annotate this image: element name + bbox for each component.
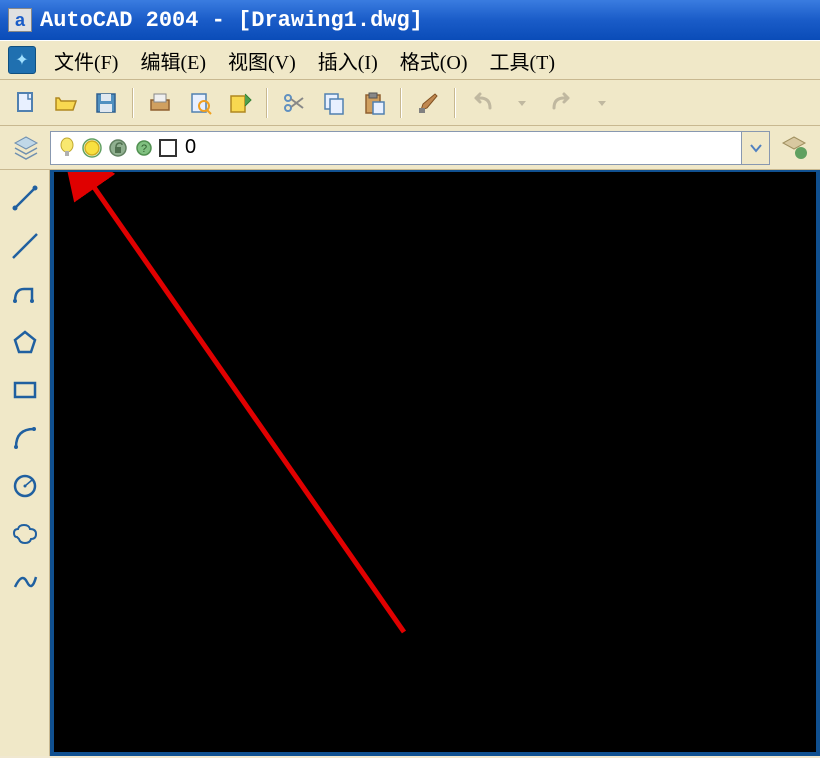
print-button[interactable] [142,85,178,121]
menu-file[interactable]: 文件(F) [44,42,128,79]
paste-button[interactable] [356,85,392,121]
layer-previous-button[interactable] [776,130,812,166]
publish-button[interactable] [222,85,258,121]
line-icon [10,183,40,213]
redo-button[interactable] [544,85,580,121]
menu-view[interactable]: 视图(V) [218,42,306,79]
toolbar-separator [132,88,134,118]
undo-dropdown[interactable] [504,85,540,121]
plot-icon: ? [133,137,155,159]
layer-manager-button[interactable] [8,130,44,166]
layer-dropdown-arrow[interactable] [741,132,769,164]
save-button[interactable] [88,85,124,121]
layer-color-swatch [159,139,177,157]
draw-toolbar [0,170,50,756]
open-file-button[interactable] [48,85,84,121]
brush-icon [415,90,441,116]
polygon-icon [10,327,40,357]
print-preview-icon [187,90,213,116]
menu-tools[interactable]: 工具(T) [480,42,566,79]
cut-button[interactable] [276,85,312,121]
arc-icon [10,423,40,453]
print-icon [147,90,173,116]
copy-button[interactable] [316,85,352,121]
circle-icon [10,471,40,501]
layers-previous-icon [779,133,809,163]
polygon-tool[interactable] [5,322,45,362]
svg-text:?: ? [141,143,147,155]
paste-icon [361,90,387,116]
rectangle-icon [10,375,40,405]
spline-tool[interactable] [5,562,45,602]
rectangle-tool[interactable] [5,370,45,410]
xline-icon [10,231,40,261]
menu-edit[interactable]: 编辑(E) [130,42,216,79]
layer-dropdown[interactable]: ? 0 [50,131,770,165]
layers-icon [11,133,41,163]
print-preview-button[interactable] [182,85,218,121]
spline-icon [10,567,40,597]
chevron-down-icon [748,140,764,156]
new-file-icon [13,90,39,116]
new-file-button[interactable] [8,85,44,121]
toolbar-separator [400,88,402,118]
revision-cloud-tool[interactable] [5,514,45,554]
menu-format[interactable]: 格式(O) [390,42,478,79]
match-properties-button[interactable] [410,85,446,121]
app-title: AutoCAD 2004 - [Drawing1.dwg] [40,8,423,33]
dropdown-arrow-icon [596,97,608,109]
open-file-icon [53,90,79,116]
layer-toolbar: ? 0 [0,126,820,170]
standard-toolbar [0,80,820,126]
polyline-icon [10,279,40,309]
workspace [0,170,820,756]
save-icon [93,90,119,116]
app-icon: a [8,8,32,32]
toolbar-separator [454,88,456,118]
arc-tool[interactable] [5,418,45,458]
redo-icon [548,90,576,116]
line-tool[interactable] [5,178,45,218]
cloud-icon [10,519,40,549]
sun-icon [81,137,103,159]
redo-dropdown[interactable] [584,85,620,121]
undo-icon [468,90,496,116]
title-bar: a AutoCAD 2004 - [Drawing1.dwg] [0,0,820,40]
dropdown-arrow-icon [516,97,528,109]
circle-tool[interactable] [5,466,45,506]
layer-name-label: 0 [185,136,196,159]
annotation-arrow [54,172,820,758]
lightbulb-icon [57,136,77,160]
publish-icon [227,90,253,116]
menu-insert[interactable]: 插入(I) [308,42,388,79]
lock-icon [107,137,129,159]
app-menu-icon[interactable] [8,46,36,74]
drawing-canvas[interactable] [50,170,820,756]
scissors-icon [281,90,307,116]
menu-bar: 文件(F) 编辑(E) 视图(V) 插入(I) 格式(O) 工具(T) [0,40,820,80]
toolbar-separator [266,88,268,118]
copy-icon [321,90,347,116]
construction-line-tool[interactable] [5,226,45,266]
undo-button[interactable] [464,85,500,121]
polyline-tool[interactable] [5,274,45,314]
